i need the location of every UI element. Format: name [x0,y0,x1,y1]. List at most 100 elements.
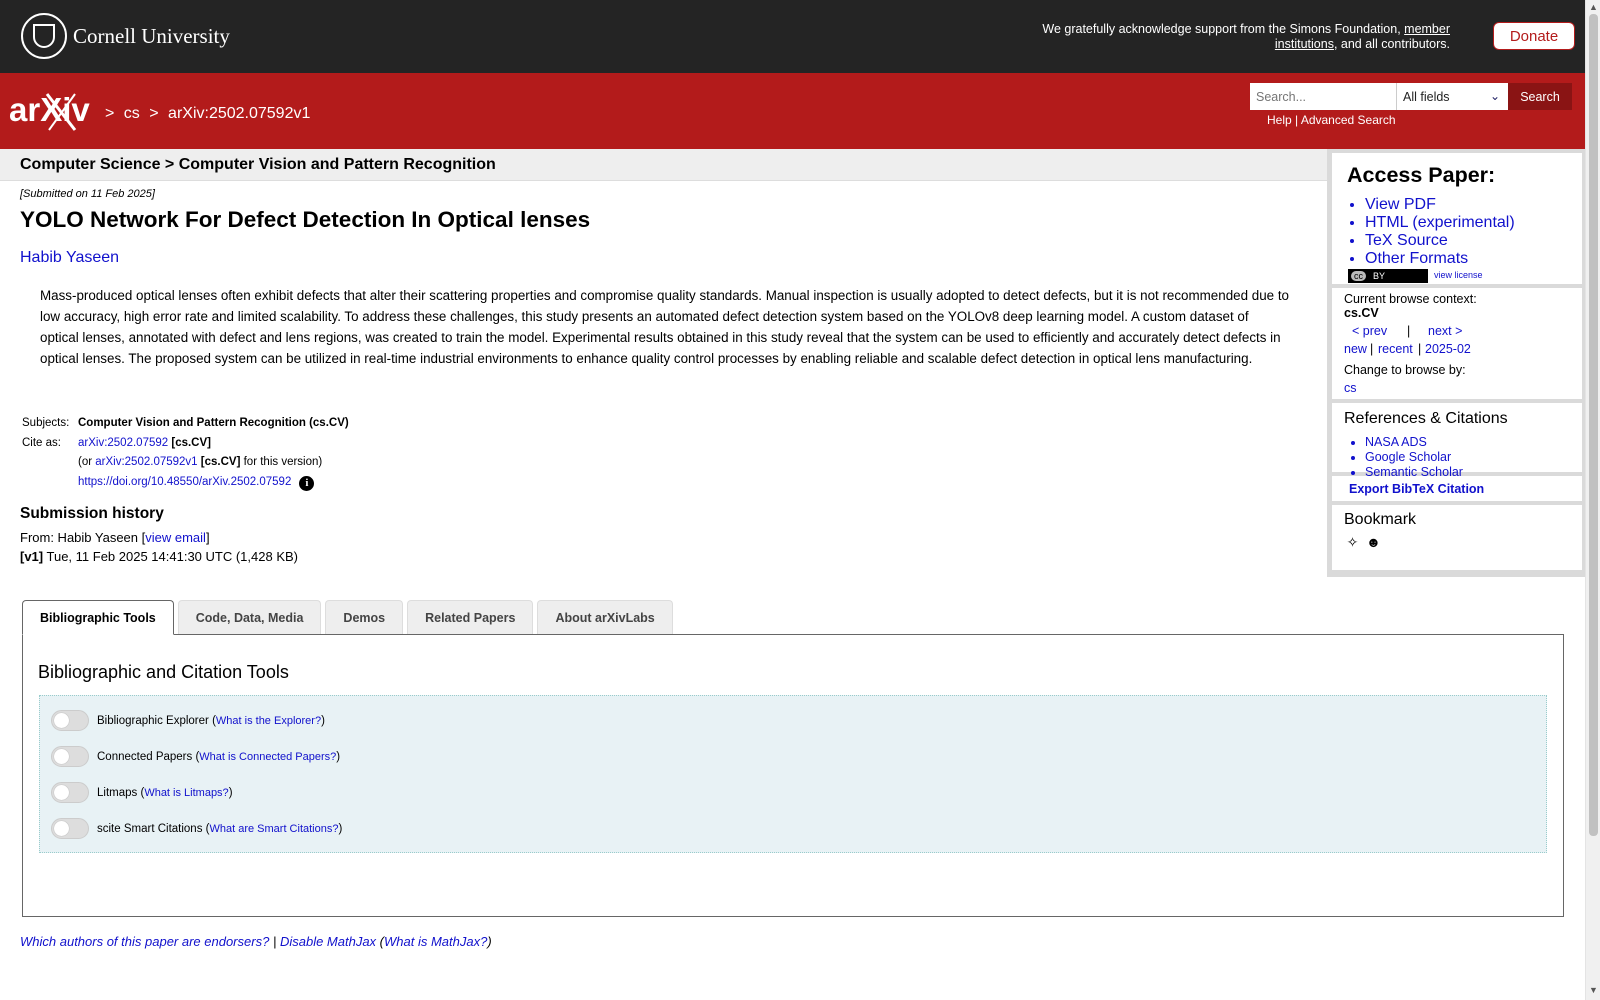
top-bar: Cornell University We gratefully acknowl… [0,0,1585,73]
new-link[interactable]: new [1344,342,1367,356]
arxiv-logo[interactable]: arXiv [9,91,101,137]
browse-context-box: Current browse context: cs.CV < prev | n… [1332,288,1582,399]
view-email-link[interactable]: view email [145,530,206,545]
what-is-explorer-link[interactable]: What is the Explorer? [216,715,321,727]
doi-link[interactable]: https://doi.org/10.48550/arXiv.2502.0759… [78,476,291,488]
endorsers-link[interactable]: Which authors of this paper are endorser… [20,934,269,949]
scroll-thumb[interactable] [1589,14,1598,836]
month-link[interactable]: 2025-02 [1425,342,1471,356]
cornell-logo[interactable]: Cornell University [21,13,230,59]
paper-metadata: Subjects: Computer Vision and Pattern Re… [20,414,349,492]
what-is-connected-papers-link[interactable]: What is Connected Papers? [199,751,336,763]
bookmark-box: Bookmark ✧ ☻ [1332,505,1582,570]
submitted-date: [Submitted on 11 Feb 2025] [20,188,155,200]
advanced-search-link[interactable]: Advanced Search [1301,113,1396,127]
info-icon[interactable]: i [299,475,315,491]
version-text: Tue, 11 Feb 2025 14:41:30 UTC (1,428 KB) [46,549,298,564]
search-button[interactable]: Search [1508,83,1572,110]
tex-source-link[interactable]: TeX Source [1365,232,1448,249]
scroll-down-icon[interactable]: ▼ [1589,985,1598,995]
version-1-entry: [v1] Tue, 11 Feb 2025 14:41:30 UTC (1,42… [20,549,298,564]
abstract: Mass-produced optical lenses often exhib… [40,288,1289,366]
tab-demos[interactable]: Demos [325,600,404,634]
tools-list: Bibliographic Explorer (What is the Expl… [39,695,1547,853]
browse-cs-link[interactable]: cs [1344,381,1357,395]
donate-button[interactable]: Donate [1493,22,1575,50]
scroll-up-icon[interactable]: ▲ [1589,2,1598,12]
tool-connected-papers: Connected Papers (What is Connected Pape… [51,746,340,767]
what-is-litmaps-link[interactable]: What is Litmaps? [144,787,228,799]
separator: | [1370,342,1374,356]
author-link[interactable]: Habib Yaseen [20,249,119,267]
ack-prefix: We gratefully acknowledge support from t… [1042,22,1401,36]
tool-label: Bibliographic Explorer [97,714,209,727]
page: Cornell University We gratefully acknowl… [0,0,1585,1000]
tab-code-data-media[interactable]: Code, Data, Media [177,600,322,634]
tab-bibliographic-tools[interactable]: Bibliographic Tools [22,600,174,635]
breadcrumb-sep: > [105,105,115,122]
litmaps-toggle[interactable] [51,782,89,803]
help-link[interactable]: Help [1267,113,1292,127]
bookmark-title: Bookmark [1344,511,1417,528]
recent-link[interactable]: recent [1378,342,1413,356]
breadcrumb-cs[interactable]: cs [124,105,140,122]
scrollbar[interactable]: ▲ ▼ [1585,0,1600,1000]
doi-row: https://doi.org/10.48550/arXiv.2502.0759… [20,473,349,493]
tool-bibliographic-explorer: Bibliographic Explorer (What is the Expl… [51,710,325,731]
tab-about-arxivlabs[interactable]: About arXivLabs [537,600,673,634]
labs-tabs: Bibliographic Tools Code, Data, Media De… [22,600,677,635]
paper-title: YOLO Network For Defect Detection In Opt… [20,207,591,232]
subjects-value: Computer Vision and Pattern Recognition … [78,417,349,429]
view-license-link[interactable]: view license [1434,270,1483,280]
what-is-mathjax-link[interactable]: What is MathJax? [384,934,487,949]
submission-from: From: Habib Yaseen [view email] [20,530,210,545]
tab-related-papers[interactable]: Related Papers [407,600,534,634]
cite-id-link[interactable]: arXiv:2502.07592 [78,437,168,449]
cite-row: Cite as: arXiv:2502.07592 [cs.CV] [20,434,349,454]
cc-license-icon[interactable]: cc BY [1348,269,1428,283]
footer-links: Which authors of this paper are endorser… [20,934,492,949]
separator: | [272,934,277,949]
bibliographic-explorer-toggle[interactable] [51,710,89,731]
search-input[interactable] [1250,83,1396,110]
bibsonomy-icon[interactable]: ✧ [1344,534,1361,551]
reddit-icon[interactable]: ☻ [1365,534,1382,551]
context-label: Current browse context: [1344,292,1477,306]
tool-label: Connected Papers [97,750,193,763]
references-title: References & Citations [1344,410,1508,427]
tab-panel: Bibliographic and Citation Tools Bibliog… [22,634,1564,917]
category-header: Computer Science > Computer Vision and P… [20,156,496,173]
references-links: NASA ADS Google Scholar Semantic Scholar [1365,435,1463,480]
cc-mark: cc [1351,271,1366,281]
connected-papers-toggle[interactable] [51,746,89,767]
nasa-ads-link[interactable]: NASA ADS [1365,435,1427,449]
prev-link[interactable]: < prev [1352,324,1387,338]
subjects-label: Subjects: [22,417,70,429]
cite-version-row: (or arXiv:2502.07592v1 [cs.CV] for this … [20,453,349,473]
context-value: cs.CV [1344,306,1379,320]
cite-version-link[interactable]: arXiv:2502.07592v1 [95,456,197,468]
right-sidebar: Access Paper: View PDF HTML (experimenta… [1327,149,1585,577]
from-prefix: From: Habib Yaseen [ [20,530,146,545]
cite-category: [cs.CV] [171,436,211,449]
access-links: View PDF HTML (experimental) TeX Source … [1365,196,1515,268]
category-header-bar: Computer Science > Computer Vision and P… [0,149,1327,181]
html-link[interactable]: HTML (experimental) [1365,214,1515,231]
cite-label: Cite as: [22,436,61,449]
breadcrumb-paper-id: arXiv:2502.07592v1 [168,105,311,122]
other-formats-link[interactable]: Other Formats [1365,250,1468,267]
what-are-smart-citations-link[interactable]: What are Smart Citations? [209,823,338,835]
references-box: References & Citations NASA ADS Google S… [1332,403,1582,479]
next-link[interactable]: next > [1428,324,1462,338]
export-bibtex-link[interactable]: Export BibTeX Citation [1349,482,1484,496]
scite-toggle[interactable] [51,818,89,839]
google-scholar-link[interactable]: Google Scholar [1365,450,1451,464]
disable-mathjax-link[interactable]: Disable MathJax [280,934,376,949]
search-field-select[interactable]: All fields ⌄ [1396,83,1508,110]
arxiv-logo-icon: arXiv [9,91,90,131]
breadcrumb-sep: > [149,105,159,122]
view-pdf-link[interactable]: View PDF [1365,196,1436,213]
separator: | [1295,113,1299,127]
submission-history-title: Submission history [20,505,164,522]
breadcrumb: > cs > arXiv:2502.07592v1 [105,105,315,123]
